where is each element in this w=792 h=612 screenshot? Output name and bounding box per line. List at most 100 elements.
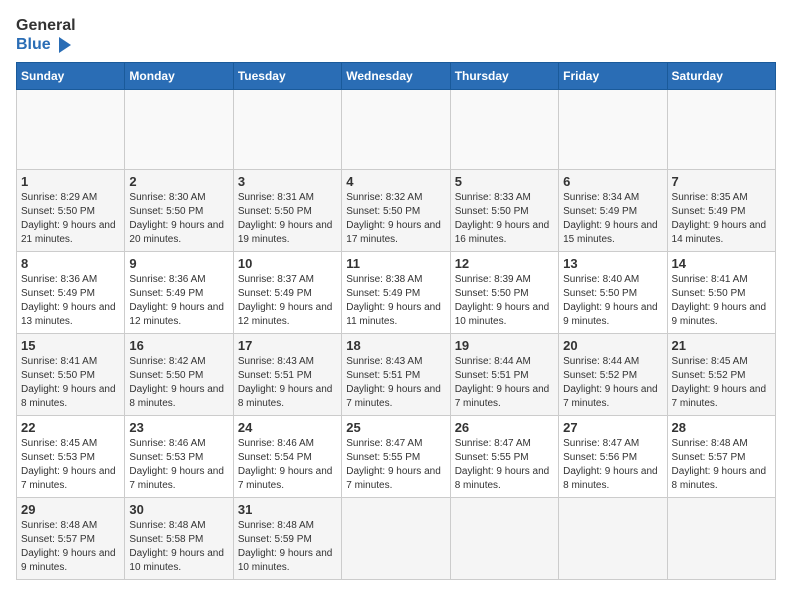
logo-chevron <box>59 37 71 53</box>
day-number: 13 <box>563 256 662 271</box>
day-number: 20 <box>563 338 662 353</box>
day-number: 8 <box>21 256 120 271</box>
calendar-cell: 1 Sunrise: 8:29 AMSunset: 5:50 PMDaylight… <box>17 170 125 252</box>
calendar-cell: 8 Sunrise: 8:36 AMSunset: 5:49 PMDaylight… <box>17 252 125 334</box>
calendar-cell: 6 Sunrise: 8:34 AMSunset: 5:49 PMDaylight… <box>559 170 667 252</box>
calendar-cell: 11 Sunrise: 8:38 AMSunset: 5:49 PMDayligh… <box>342 252 450 334</box>
cell-text: Sunrise: 8:32 AMSunset: 5:50 PMDaylight:… <box>346 191 445 247</box>
cell-text: Sunrise: 8:34 AMSunset: 5:49 PMDaylight:… <box>563 191 662 247</box>
day-number: 31 <box>238 502 337 517</box>
day-number: 23 <box>129 420 228 435</box>
cell-text: Sunrise: 8:44 AMSunset: 5:51 PMDaylight:… <box>455 355 554 411</box>
calendar-cell: 19Sunrise: 8:44 AMSunset: 5:51 PMDayligh… <box>450 334 558 416</box>
calendar-cell: 3 Sunrise: 8:31 AMSunset: 5:50 PMDaylight… <box>233 170 341 252</box>
day-number: 4 <box>346 174 445 189</box>
day-number: 25 <box>346 420 445 435</box>
cell-text: Sunrise: 8:36 AMSunset: 5:49 PMDaylight:… <box>129 273 228 329</box>
calendar-table: SundayMondayTuesdayWednesdayThursdayFrid… <box>16 62 776 580</box>
day-number: 29 <box>21 502 120 517</box>
calendar-cell <box>342 90 450 170</box>
day-number: 24 <box>238 420 337 435</box>
cell-text: Sunrise: 8:42 AMSunset: 5:50 PMDaylight:… <box>129 355 228 411</box>
day-number: 26 <box>455 420 554 435</box>
cell-text: Sunrise: 8:48 AMSunset: 5:59 PMDaylight:… <box>238 519 337 575</box>
cell-text: Sunrise: 8:43 AMSunset: 5:51 PMDaylight:… <box>346 355 445 411</box>
cell-text: Sunrise: 8:30 AMSunset: 5:50 PMDaylight:… <box>129 191 228 247</box>
day-number: 6 <box>563 174 662 189</box>
calendar-cell: 28 Sunrise: 8:48 AMSunset: 5:57 PMDayligh… <box>667 416 775 498</box>
day-header-friday: Friday <box>559 63 667 90</box>
day-header-thursday: Thursday <box>450 63 558 90</box>
calendar-cell <box>450 498 558 580</box>
day-number: 22 <box>21 420 120 435</box>
cell-text: Sunrise: 8:40 AMSunset: 5:50 PMDaylight:… <box>563 273 662 329</box>
calendar-cell <box>559 90 667 170</box>
logo-blue: Blue <box>16 35 76 54</box>
cell-text: Sunrise: 8:39 AMSunset: 5:50 PMDaylight:… <box>455 273 554 329</box>
cell-text: Sunrise: 8:35 AMSunset: 5:49 PMDaylight:… <box>672 191 771 247</box>
calendar-cell: 7 Sunrise: 8:35 AMSunset: 5:49 PMDaylight… <box>667 170 775 252</box>
day-number: 2 <box>129 174 228 189</box>
header: General Blue <box>16 16 776 54</box>
cell-text: Sunrise: 8:46 AMSunset: 5:54 PMDaylight:… <box>238 437 337 493</box>
calendar-cell: 22 Sunrise: 8:45 AMSunset: 5:53 PMDayligh… <box>17 416 125 498</box>
day-number: 12 <box>455 256 554 271</box>
cell-text: Sunrise: 8:37 AMSunset: 5:49 PMDaylight:… <box>238 273 337 329</box>
day-header-monday: Monday <box>125 63 233 90</box>
calendar-cell: 4 Sunrise: 8:32 AMSunset: 5:50 PMDaylight… <box>342 170 450 252</box>
day-number: 1 <box>21 174 120 189</box>
cell-text: Sunrise: 8:33 AMSunset: 5:50 PMDaylight:… <box>455 191 554 247</box>
day-header-tuesday: Tuesday <box>233 63 341 90</box>
calendar-cell: 10 Sunrise: 8:37 AMSunset: 5:49 PMDayligh… <box>233 252 341 334</box>
cell-text: Sunrise: 8:47 AMSunset: 5:56 PMDaylight:… <box>563 437 662 493</box>
calendar-cell <box>125 90 233 170</box>
cell-text: Sunrise: 8:29 AMSunset: 5:50 PMDaylight:… <box>21 191 120 247</box>
calendar-cell: 17Sunrise: 8:43 AMSunset: 5:51 PMDayligh… <box>233 334 341 416</box>
cell-text: Sunrise: 8:41 AMSunset: 5:50 PMDaylight:… <box>672 273 771 329</box>
cell-text: Sunrise: 8:44 AMSunset: 5:52 PMDaylight:… <box>563 355 662 411</box>
calendar-cell: 23 Sunrise: 8:46 AMSunset: 5:53 PMDayligh… <box>125 416 233 498</box>
day-number: 5 <box>455 174 554 189</box>
day-number: 28 <box>672 420 771 435</box>
cell-text: Sunrise: 8:43 AMSunset: 5:51 PMDaylight:… <box>238 355 337 411</box>
cell-text: Sunrise: 8:45 AMSunset: 5:53 PMDaylight:… <box>21 437 120 493</box>
day-number: 14 <box>672 256 771 271</box>
cell-text: Sunrise: 8:46 AMSunset: 5:53 PMDaylight:… <box>129 437 228 493</box>
day-number: 3 <box>238 174 337 189</box>
calendar-cell: 15 Sunrise: 8:41 AMSunset: 5:50 PMDayligh… <box>17 334 125 416</box>
calendar-cell: 9 Sunrise: 8:36 AMSunset: 5:49 PMDaylight… <box>125 252 233 334</box>
day-number: 7 <box>672 174 771 189</box>
cell-text: Sunrise: 8:45 AMSunset: 5:52 PMDaylight:… <box>672 355 771 411</box>
day-header-wednesday: Wednesday <box>342 63 450 90</box>
day-header-sunday: Sunday <box>17 63 125 90</box>
calendar-cell: 24 Sunrise: 8:46 AMSunset: 5:54 PMDayligh… <box>233 416 341 498</box>
logo: General Blue <box>16 16 76 54</box>
calendar-cell <box>342 498 450 580</box>
cell-text: Sunrise: 8:48 AMSunset: 5:58 PMDaylight:… <box>129 519 228 575</box>
cell-text: Sunrise: 8:31 AMSunset: 5:50 PMDaylight:… <box>238 191 337 247</box>
cell-text: Sunrise: 8:48 AMSunset: 5:57 PMDaylight:… <box>672 437 771 493</box>
logo-text: General Blue <box>16 16 76 54</box>
cell-text: Sunrise: 8:48 AMSunset: 5:57 PMDaylight:… <box>21 519 120 575</box>
day-number: 15 <box>21 338 120 353</box>
calendar-cell: 21Sunrise: 8:45 AMSunset: 5:52 PMDayligh… <box>667 334 775 416</box>
day-header-saturday: Saturday <box>667 63 775 90</box>
day-number: 9 <box>129 256 228 271</box>
calendar-cell: 30Sunrise: 8:48 AMSunset: 5:58 PMDayligh… <box>125 498 233 580</box>
calendar-cell: 20 Sunrise: 8:44 AMSunset: 5:52 PMDayligh… <box>559 334 667 416</box>
calendar-cell: 27Sunrise: 8:47 AMSunset: 5:56 PMDayligh… <box>559 416 667 498</box>
cell-text: Sunrise: 8:41 AMSunset: 5:50 PMDaylight:… <box>21 355 120 411</box>
calendar-cell <box>667 90 775 170</box>
day-number: 10 <box>238 256 337 271</box>
cell-text: Sunrise: 8:36 AMSunset: 5:49 PMDaylight:… <box>21 273 120 329</box>
calendar-cell: 16Sunrise: 8:42 AMSunset: 5:50 PMDayligh… <box>125 334 233 416</box>
calendar-cell: 14 Sunrise: 8:41 AMSunset: 5:50 PMDayligh… <box>667 252 775 334</box>
cell-text: Sunrise: 8:47 AMSunset: 5:55 PMDaylight:… <box>346 437 445 493</box>
calendar-cell: 18 Sunrise: 8:43 AMSunset: 5:51 PMDayligh… <box>342 334 450 416</box>
calendar-cell: 26Sunrise: 8:47 AMSunset: 5:55 PMDayligh… <box>450 416 558 498</box>
calendar-cell: 13 Sunrise: 8:40 AMSunset: 5:50 PMDayligh… <box>559 252 667 334</box>
day-number: 18 <box>346 338 445 353</box>
calendar-cell: 2 Sunrise: 8:30 AMSunset: 5:50 PMDaylight… <box>125 170 233 252</box>
day-number: 11 <box>346 256 445 271</box>
cell-text: Sunrise: 8:38 AMSunset: 5:49 PMDaylight:… <box>346 273 445 329</box>
